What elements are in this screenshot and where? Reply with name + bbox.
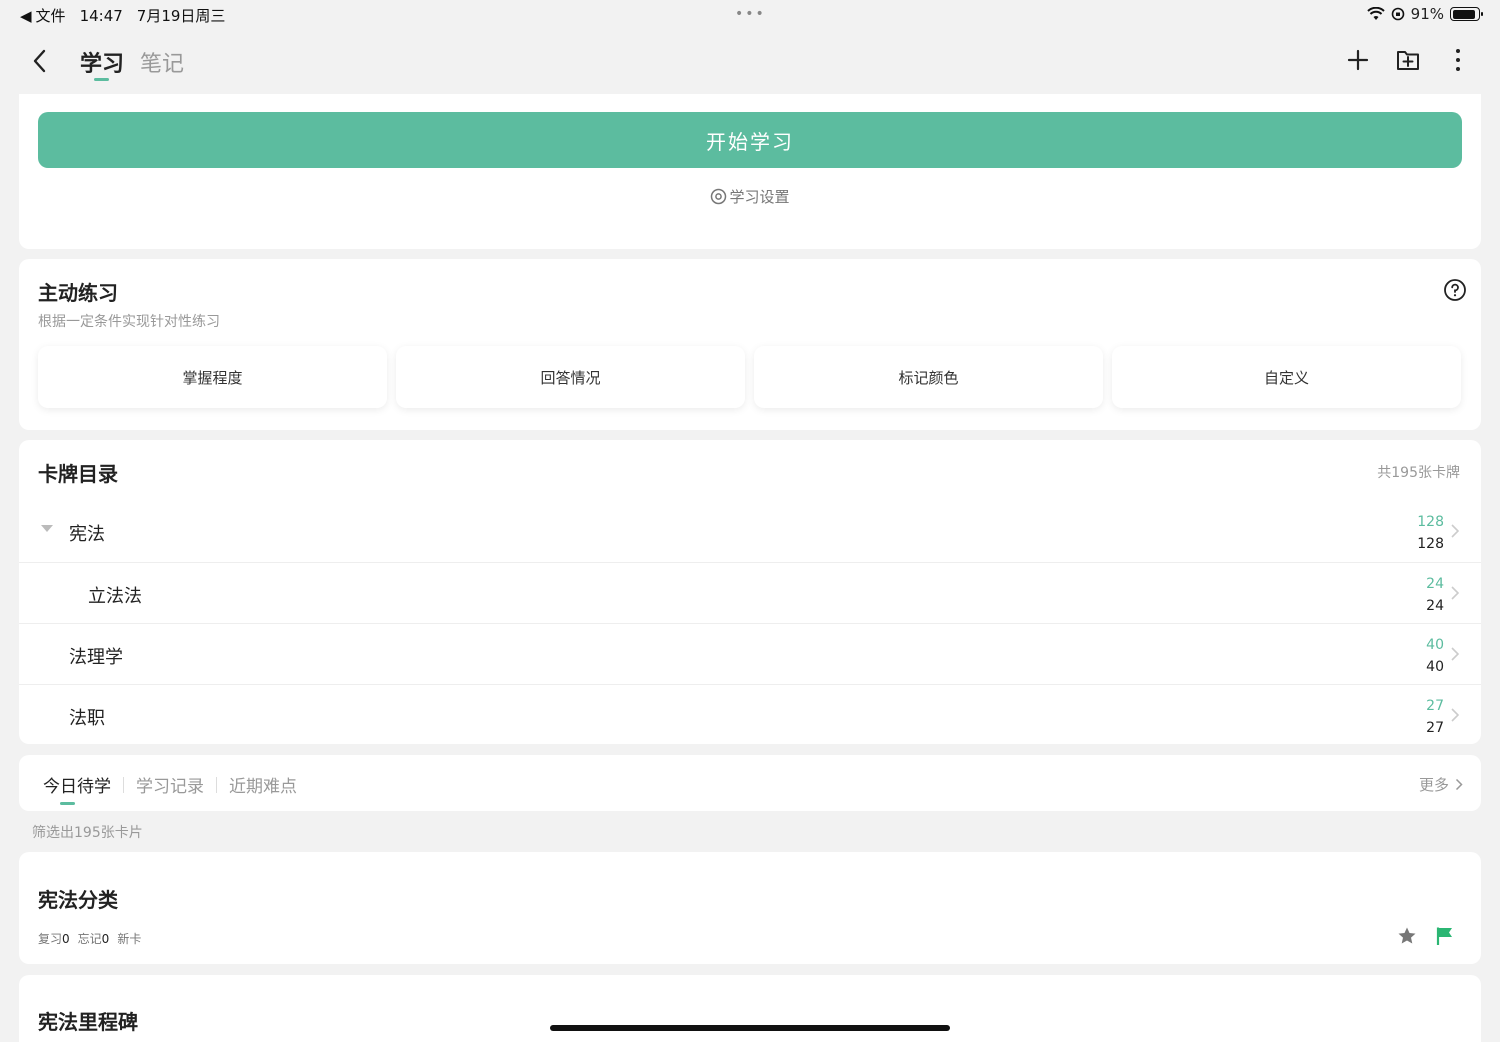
deck-count-due: 40: [1426, 637, 1444, 653]
card-item-title: 宪法分类: [38, 888, 118, 912]
deck-counts: 128 128: [1417, 511, 1444, 555]
practice-subtitle: 根据一定条件实现针对性练习: [38, 314, 220, 330]
card-item-title: 宪法里程碑: [38, 1010, 138, 1034]
battery-percent: 91%: [1410, 5, 1444, 23]
deck-count-total: 27: [1426, 720, 1444, 736]
tab-study-records[interactable]: 学习记录: [124, 772, 216, 797]
more-label: 更多: [1418, 776, 1449, 794]
deck-count-total: 128: [1417, 536, 1444, 552]
chevron-right-icon: [1451, 524, 1460, 538]
mark-color-button[interactable]: 标记颜色: [754, 346, 1103, 408]
deck-title: 卡牌目录: [38, 462, 118, 486]
deck-total: 共195张卡牌: [1377, 465, 1460, 481]
more-link[interactable]: 更多: [1419, 774, 1463, 795]
deck-directory-card: 卡牌目录 共195张卡牌 宪法 128 128 立法法 24 24 法理学 40…: [19, 440, 1481, 744]
status-right: 91%: [1366, 5, 1483, 23]
deck-counts: 27 27: [1426, 695, 1444, 739]
deck-count-due: 128: [1417, 514, 1444, 530]
status-bar: ◀ 文件 14:47 7月19日周三 ••• 91%: [0, 0, 1500, 30]
deck-count-total: 24: [1426, 598, 1444, 614]
forget-stat: 忘记0: [78, 930, 110, 947]
deck-count-due: 27: [1426, 698, 1444, 714]
review-label: 复习: [38, 932, 63, 946]
nav-actions: [1346, 46, 1470, 74]
mastery-level-button[interactable]: 掌握程度: [38, 346, 387, 408]
new-card-label: 新卡: [117, 932, 142, 946]
settings-icon: [711, 188, 727, 205]
deck-row[interactable]: 立法法 24 24: [19, 562, 1481, 623]
deck-row[interactable]: 宪法 128 128: [19, 501, 1481, 562]
custom-button[interactable]: 自定义: [1112, 346, 1461, 408]
deck-name: 宪法: [69, 524, 105, 545]
add-folder-icon[interactable]: [1396, 46, 1420, 74]
tab-study[interactable]: 学习: [80, 46, 124, 81]
deck-name: 法理学: [69, 647, 123, 668]
start-study-card: 开始学习 学习设置: [19, 94, 1481, 249]
study-settings-link[interactable]: 学习设置: [19, 186, 1481, 207]
deck-count-total: 40: [1426, 659, 1444, 675]
tab-today-todo[interactable]: 今日待学: [31, 772, 123, 805]
help-icon[interactable]: [1443, 278, 1467, 302]
deck-row[interactable]: 法理学 40 40: [19, 623, 1481, 684]
more-vertical-icon[interactable]: [1446, 46, 1470, 74]
tab-notes[interactable]: 笔记: [140, 46, 184, 78]
orientation-lock-icon: [1391, 7, 1404, 21]
filter-result-text: 筛选出195张卡片: [32, 825, 143, 841]
battery-icon: [1450, 7, 1483, 21]
flag-icon[interactable]: [1435, 926, 1455, 946]
wifi-icon: [1366, 7, 1385, 20]
tab-recent-difficult[interactable]: 近期难点: [217, 772, 309, 797]
forget-label: 忘记: [77, 932, 102, 946]
deck-name: 立法法: [88, 586, 142, 607]
today-tabs: 今日待学 学习记录 近期难点: [31, 772, 309, 805]
chevron-right-icon: [1451, 647, 1460, 661]
status-date: 7月19日周三: [136, 7, 226, 25]
nav-tabs: 学习 笔记: [80, 46, 184, 81]
deck-counts: 40 40: [1426, 634, 1444, 678]
back-to-app[interactable]: ◀ 文件: [20, 5, 66, 26]
top-nav: 学习 笔记: [0, 36, 1500, 88]
card-item[interactable]: 宪法分类 复习0 忘记0 新卡: [19, 852, 1481, 964]
forget-count: 0: [101, 932, 110, 946]
chevron-right-icon: [1451, 586, 1460, 600]
home-indicator[interactable]: [550, 1025, 950, 1031]
multitasking-dots[interactable]: •••: [735, 6, 766, 22]
star-icon[interactable]: [1397, 926, 1417, 946]
today-tabs-card: 今日待学 学习记录 近期难点 更多: [19, 755, 1481, 811]
card-item-meta: 复习0 忘记0 新卡: [38, 930, 141, 947]
review-stat: 复习0: [38, 930, 70, 947]
active-practice-card: 主动练习 根据一定条件实现针对性练习 掌握程度 回答情况 标记颜色 自定义: [19, 259, 1481, 430]
answer-status-button[interactable]: 回答情况: [396, 346, 745, 408]
back-app-label: 文件: [35, 7, 66, 25]
chevron-right-icon: [1451, 708, 1460, 722]
back-triangle-icon: ◀: [20, 6, 32, 25]
add-icon[interactable]: [1346, 46, 1370, 74]
study-settings-label: 学习设置: [729, 188, 790, 206]
practice-title: 主动练习: [38, 281, 118, 305]
start-study-button[interactable]: 开始学习: [38, 112, 1462, 168]
status-left: ◀ 文件 14:47 7月19日周三: [20, 5, 225, 26]
deck-count-due: 24: [1426, 576, 1444, 592]
back-chevron-icon[interactable]: [28, 46, 52, 76]
deck-counts: 24 24: [1426, 573, 1444, 617]
collapse-caret-icon[interactable]: [41, 525, 53, 532]
status-time: 14:47: [79, 6, 123, 25]
chevron-right-icon: [1455, 778, 1463, 791]
practice-buttons: 掌握程度 回答情况 标记颜色 自定义: [38, 346, 1461, 408]
deck-name: 法职: [69, 708, 105, 729]
review-count: 0: [62, 932, 70, 946]
deck-row[interactable]: 法职 27 27: [19, 684, 1481, 745]
card-item[interactable]: 宪法里程碑: [19, 975, 1481, 1042]
